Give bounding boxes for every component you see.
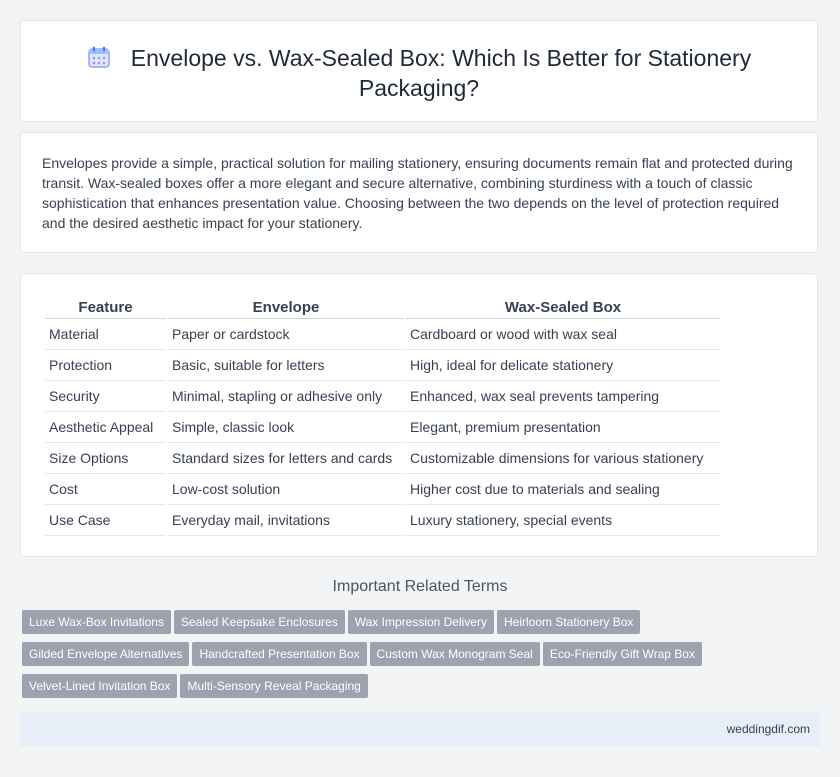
- table-row: Material Paper or cardstock Cardboard or…: [45, 319, 720, 350]
- related-term-tag[interactable]: Eco-Friendly Gift Wrap Box: [542, 642, 702, 666]
- related-terms-heading: Important Related Terms: [332, 578, 508, 595]
- envelope-cell: Low-cost solution: [168, 474, 404, 505]
- feature-cell: Cost: [45, 474, 166, 505]
- related-term-tag[interactable]: Handcrafted Presentation Box: [192, 642, 367, 666]
- feature-cell: Aesthetic Appeal: [45, 412, 166, 443]
- wax-box-cell: Enhanced, wax seal prevents tampering: [406, 381, 720, 412]
- table-row: Aesthetic Appeal Simple, classic look El…: [45, 412, 720, 443]
- header-envelope: Envelope: [168, 296, 404, 319]
- wax-box-cell: Cardboard or wood with wax seal: [406, 319, 720, 350]
- feature-cell: Size Options: [45, 443, 166, 474]
- table-row: Protection Basic, suitable for letters H…: [45, 350, 720, 381]
- related-term-tag[interactable]: Multi-Sensory Reveal Packaging: [180, 674, 368, 698]
- wax-box-cell: Elegant, premium presentation: [406, 412, 720, 443]
- table-row: Use Case Everyday mail, invitations Luxu…: [45, 505, 720, 536]
- feature-cell: Protection: [45, 350, 166, 381]
- related-term-tag[interactable]: Custom Wax Monogram Seal: [369, 642, 540, 666]
- wax-box-cell: High, ideal for delicate stationery: [406, 350, 720, 381]
- wax-box-cell: Higher cost due to materials and sealing: [406, 474, 720, 505]
- footer-site-link[interactable]: weddingdif.com: [727, 722, 810, 736]
- intro-paragraph: Envelopes provide a simple, practical so…: [42, 155, 793, 231]
- comparison-card: Feature Envelope Wax-Sealed Box Material…: [20, 273, 818, 557]
- wax-box-cell: Customizable dimensions for various stat…: [406, 443, 720, 474]
- related-term-tag[interactable]: Gilded Envelope Alternatives: [22, 642, 190, 666]
- title-card: Envelope vs. Wax-Sealed Box: Which Is Be…: [20, 20, 818, 122]
- header-feature: Feature: [45, 296, 166, 319]
- feature-cell: Security: [45, 381, 166, 412]
- related-term-tag[interactable]: Heirloom Stationery Box: [497, 610, 641, 634]
- related-term-tag[interactable]: Wax Impression Delivery: [347, 610, 494, 634]
- feature-cell: Use Case: [45, 505, 166, 536]
- envelope-cell: Simple, classic look: [168, 412, 404, 443]
- header-wax-sealed-box: Wax-Sealed Box: [406, 296, 720, 319]
- calendar-icon: [88, 46, 110, 68]
- related-term-tag[interactable]: Luxe Wax-Box Invitations: [22, 610, 171, 634]
- envelope-cell: Standard sizes for letters and cards: [168, 443, 404, 474]
- page-title: Envelope vs. Wax-Sealed Box: Which Is Be…: [130, 45, 752, 101]
- comparison-table: Feature Envelope Wax-Sealed Box Material…: [43, 296, 722, 536]
- envelope-cell: Paper or cardstock: [168, 319, 404, 350]
- table-header-row: Feature Envelope Wax-Sealed Box: [45, 296, 720, 319]
- table-row: Cost Low-cost solution Higher cost due t…: [45, 474, 720, 505]
- envelope-cell: Everyday mail, invitations: [168, 505, 404, 536]
- footer-bar: weddingdif.com: [20, 712, 820, 746]
- envelope-cell: Minimal, stapling or adhesive only: [168, 381, 404, 412]
- table-row: Security Minimal, stapling or adhesive o…: [45, 381, 720, 412]
- table-row: Size Options Standard sizes for letters …: [45, 443, 720, 474]
- related-term-tag[interactable]: Sealed Keepsake Enclosures: [173, 610, 345, 634]
- feature-cell: Material: [45, 319, 166, 350]
- related-term-tag[interactable]: Velvet-Lined Invitation Box: [22, 674, 178, 698]
- intro-card: Envelopes provide a simple, practical so…: [20, 132, 818, 253]
- envelope-cell: Basic, suitable for letters: [168, 350, 404, 381]
- related-terms-list: Luxe Wax-Box Invitations Sealed Keepsake …: [22, 610, 802, 706]
- wax-box-cell: Luxury stationery, special events: [406, 505, 720, 536]
- page-title-row: Envelope vs. Wax-Sealed Box: Which Is Be…: [21, 43, 817, 103]
